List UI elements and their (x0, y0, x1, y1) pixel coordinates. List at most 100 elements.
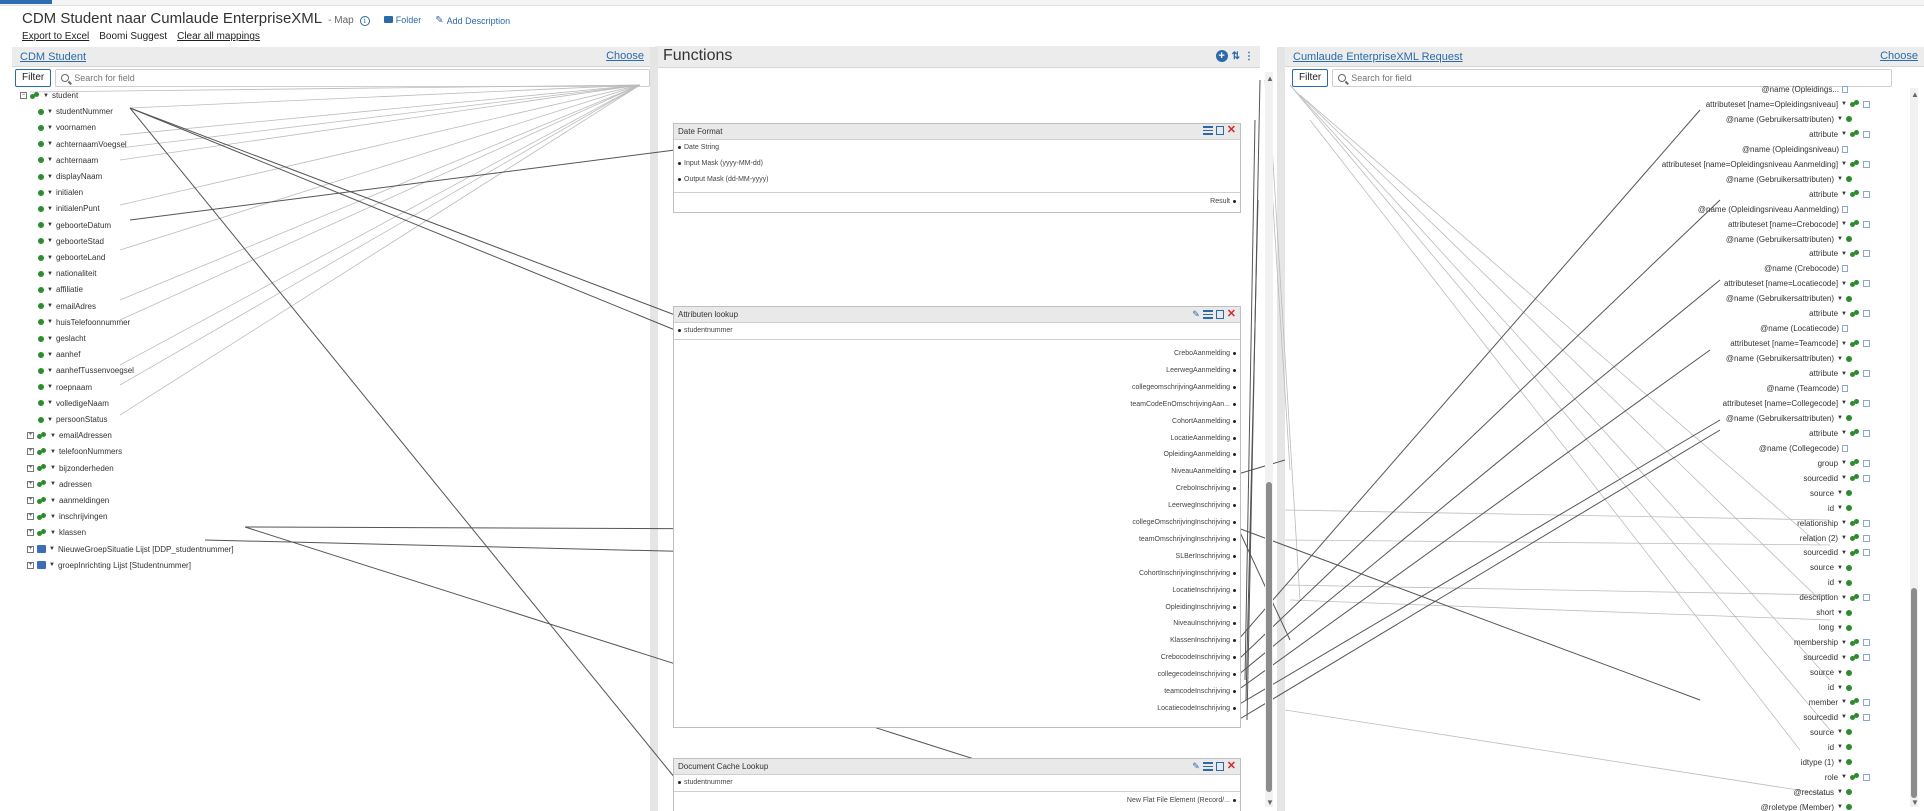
export-to-excel-link[interactable]: Export to Excel (22, 31, 89, 42)
destination-choose-link[interactable]: Choose (1880, 50, 1918, 62)
caret-down-icon[interactable]: ▼ (47, 125, 53, 131)
source-tree-node[interactable]: ▼ displayNaam (38, 169, 102, 184)
collapse-icon[interactable] (1863, 340, 1870, 348)
source-tree-node[interactable]: ▼ volledigeNaam (38, 396, 109, 411)
mapping-line[interactable] (129, 107, 676, 779)
function-input[interactable]: Date String (678, 144, 719, 151)
caret-down-icon[interactable]: ▼ (43, 93, 49, 99)
source-tree-node[interactable]: ▼ emailAdres (38, 299, 96, 314)
function-output[interactable]: teamOmschrijvingInschrijving (1139, 536, 1236, 543)
source-profile-name[interactable]: CDM Student (20, 51, 86, 63)
scroll-up-icon[interactable]: ▲ (1911, 90, 1919, 99)
mapping-line[interactable] (119, 84, 641, 161)
caret-down-icon[interactable]: ▼ (47, 206, 53, 212)
caret-down-icon[interactable]: ▼ (47, 222, 53, 228)
caret-down-icon[interactable]: ▼ (1841, 251, 1847, 257)
source-tree-node[interactable]: + ▼ inschrijvingen (27, 509, 107, 524)
caret-down-icon[interactable]: ▼ (1837, 744, 1843, 750)
expand-toggle-icon[interactable]: + (27, 432, 34, 440)
mapping-line[interactable] (119, 84, 641, 136)
function-output[interactable]: collegecodeInschrijving (1158, 671, 1236, 678)
caret-down-icon[interactable]: ▼ (1837, 296, 1843, 302)
destination-scrollbar[interactable] (1910, 88, 1918, 807)
destination-tree-node[interactable]: attributeset [name=Opleidingsniveau] ▼ (1706, 97, 1870, 112)
caret-down-icon[interactable]: ▼ (50, 433, 56, 439)
destination-tree-node[interactable]: @name (Gebruikersattributen) ▼ (1726, 411, 1852, 426)
mapping-line[interactable] (129, 84, 641, 109)
caret-down-icon[interactable]: ▼ (47, 287, 53, 293)
list-icon[interactable] (1202, 310, 1213, 319)
destination-tree-node[interactable]: @name (Crebocode) (1764, 261, 1848, 276)
destination-tree-node[interactable]: attributeset [name=Locatiecode] ▼ (1724, 276, 1870, 291)
function-output[interactable]: CohortAanmelding (1172, 418, 1236, 425)
caret-down-icon[interactable]: ▼ (47, 109, 53, 115)
destination-tree-node[interactable]: sourcedid ▼ (1803, 545, 1870, 560)
caret-down-icon[interactable]: ▼ (1837, 670, 1843, 676)
add-function-icon[interactable]: + (1215, 50, 1228, 62)
copy-icon[interactable] (1215, 126, 1224, 135)
destination-tree-node[interactable]: relationship ▼ (1797, 516, 1870, 531)
boomi-suggest-button[interactable]: Boomi Suggest (99, 31, 167, 42)
destination-tree-node[interactable]: @name (Locatiecode) (1760, 321, 1848, 336)
source-tree-node[interactable]: ▼ nationaliteit (38, 266, 96, 281)
document-cache-lookup-function[interactable]: Document Cache Lookup ✎ ✕ studentnummer N… (673, 758, 1241, 811)
destination-tree-node[interactable]: @name (Gebruikersattributen) ▼ (1726, 351, 1852, 366)
caret-down-icon[interactable]: ▼ (1841, 774, 1847, 780)
caret-down-icon[interactable]: ▼ (1837, 490, 1843, 496)
source-search-input[interactable] (74, 73, 475, 83)
caret-down-icon[interactable]: ▼ (1837, 116, 1843, 122)
source-tree-node[interactable]: ▼ affiliatie (38, 282, 83, 297)
function-output[interactable]: collegeomschrijvingAanmelding (1132, 384, 1236, 391)
collapse-icon[interactable] (1863, 639, 1870, 647)
destination-tree-node[interactable]: @roletype (Member) ▼ (1761, 800, 1852, 811)
function-output[interactable]: LocatieAanmelding (1170, 435, 1236, 442)
source-tree-node[interactable]: + ▼ bijzonderheden (27, 461, 114, 476)
destination-tree-node[interactable]: id ▼ (1828, 680, 1852, 695)
destination-tree-node[interactable]: source ▼ (1810, 486, 1852, 501)
collapse-icon[interactable] (1863, 250, 1870, 258)
destination-tree-node[interactable]: id ▼ (1828, 501, 1852, 516)
source-tree-node[interactable]: + ▼ groepInrichting Lijst [Studentnummer] (27, 558, 191, 573)
destination-tree-node[interactable]: attribute ▼ (1809, 246, 1870, 261)
caret-down-icon[interactable]: ▼ (1841, 191, 1847, 197)
caret-down-icon[interactable]: ▼ (1841, 595, 1847, 601)
destination-tree-node[interactable]: membership ▼ (1794, 635, 1870, 650)
collapse-icon[interactable] (1863, 549, 1870, 557)
caret-down-icon[interactable]: ▼ (47, 190, 53, 196)
caret-down-icon[interactable]: ▼ (47, 319, 53, 325)
caret-down-icon[interactable]: ▼ (50, 465, 56, 471)
source-filter-button[interactable]: Filter (15, 69, 52, 87)
list-icon[interactable] (1202, 126, 1213, 135)
delete-icon[interactable]: ✕ (1227, 125, 1236, 136)
function-output[interactable]: OpleidingAanmelding (1163, 451, 1236, 458)
function-output[interactable]: LeerwegInschrijving (1168, 502, 1236, 509)
folder-link[interactable]: Folder (383, 15, 421, 25)
add-description-link[interactable]: ✎ Add Description (435, 15, 510, 26)
destination-tree-node[interactable]: attribute ▼ (1809, 306, 1870, 321)
panel-divider-right[interactable] (1277, 47, 1285, 811)
source-tree-node[interactable]: ▼ geboorteLand (38, 250, 105, 265)
function-output[interactable]: teamcodeInschrijving (1164, 688, 1236, 695)
source-tree-node[interactable]: ▼ geboorteDatum (38, 218, 111, 233)
function-output[interactable]: CreboInschrijving (1176, 485, 1236, 492)
expand-toggle-icon[interactable]: − (20, 92, 27, 99)
caret-down-icon[interactable]: ▼ (50, 530, 56, 536)
caret-down-icon[interactable]: ▼ (1841, 430, 1847, 436)
caret-down-icon[interactable]: ▼ (1841, 460, 1847, 466)
destination-tree-node[interactable]: group ▼ (1818, 456, 1870, 471)
expand-toggle-icon[interactable]: + (27, 513, 34, 521)
copy-icon[interactable] (1215, 762, 1224, 771)
function-output[interactable]: CrebocodeInschrijving (1161, 654, 1236, 661)
source-tree-node[interactable]: + ▼ aanmeldingen (27, 493, 109, 508)
caret-down-icon[interactable]: ▼ (1837, 685, 1843, 691)
destination-tree-node[interactable]: attribute ▼ (1809, 127, 1870, 142)
caret-down-icon[interactable]: ▼ (1841, 281, 1847, 287)
function-output[interactable]: CreboAanmelding (1174, 350, 1236, 357)
source-choose-link[interactable]: Choose (606, 50, 644, 62)
destination-tree-node[interactable]: @name (Collegecode) (1759, 441, 1848, 456)
destination-tree-node[interactable]: @recstatus ▼ (1793, 785, 1852, 800)
caret-down-icon[interactable]: ▼ (1837, 505, 1843, 511)
source-tree-node[interactable]: ▼ persoonStatus (38, 412, 108, 427)
caret-down-icon[interactable]: ▼ (1837, 804, 1843, 810)
destination-tree-node[interactable]: attributeset [name=Crebocode] ▼ (1728, 217, 1870, 232)
